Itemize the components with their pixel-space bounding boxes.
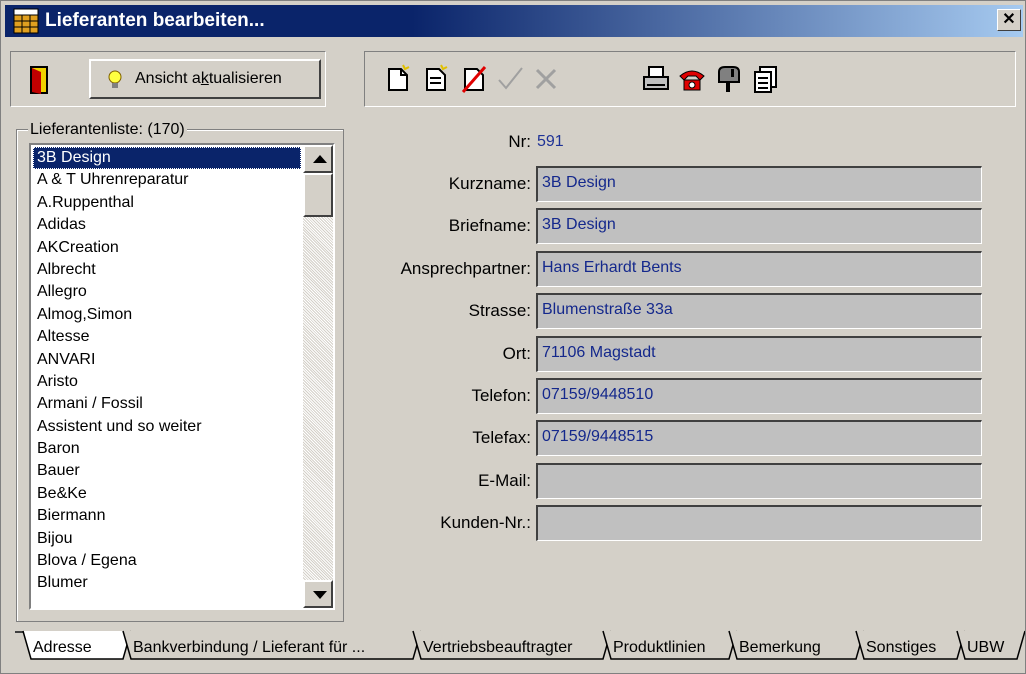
supplier-window: Lieferanten bearbeiten... ✕ Ansicht aktu… (0, 0, 1026, 674)
tab-2[interactable]: Vertriebsbeauftragter (423, 639, 573, 656)
lightbulb-icon (108, 70, 122, 88)
toolbar-left: Ansicht aktualisieren (10, 51, 326, 107)
scroll-thumb[interactable] (303, 173, 333, 217)
field-input[interactable]: Blumenstraße 33a (536, 293, 982, 330)
list-item[interactable]: A.Ruppenthal (33, 192, 301, 214)
field-label: Telefon: (471, 386, 531, 405)
refresh-label-accel: k (200, 70, 209, 87)
field-label: Kurzname: (448, 174, 531, 193)
list-item[interactable]: Baron (33, 438, 301, 460)
list-item[interactable]: Altesse (33, 326, 301, 348)
print-icon[interactable] (641, 64, 671, 94)
list-item[interactable]: Bijou (33, 528, 301, 550)
supplier-list-items: 3B Design A & T Uhrenreparatur A.Ruppentha… (33, 147, 301, 595)
title-bar[interactable]: Lieferanten bearbeiten... ✕ (5, 5, 1023, 37)
field-label: E-Mail: (478, 470, 531, 490)
list-item[interactable]: Be&Ke (33, 483, 301, 505)
supplier-listbox[interactable]: 3B Design A & T Uhrenreparatur A.Ruppentha… (29, 143, 335, 610)
exit-door-icon[interactable] (28, 65, 50, 95)
list-item[interactable]: Blumer (33, 572, 301, 594)
tab-strip: Adresse Bankverbindung / Lieferant für ..… (22, 630, 1025, 660)
tab-3[interactable]: Produktlinien (613, 639, 706, 656)
field-input[interactable]: Hans Erhardt Bents (536, 250, 982, 287)
list-item[interactable]: A & T Uhrenreparatur (33, 169, 301, 191)
list-scrollbar[interactable] (303, 145, 333, 608)
app-table-icon (13, 8, 39, 34)
field-label: Strasse: (468, 301, 531, 321)
arrow-down-icon (313, 591, 327, 599)
supplier-list-caption: Lieferantenliste: (170) (28, 121, 187, 139)
list-item[interactable]: Aristo (33, 371, 301, 393)
field-label: Kunden-Nr.: (440, 513, 531, 533)
list-item[interactable]: ANVARI (33, 349, 301, 371)
field-label: Ort: (502, 343, 531, 363)
field-label: Telefax: (472, 428, 531, 448)
field-label: Briefname: (448, 216, 531, 236)
field-input[interactable]: 3B Design (536, 166, 982, 202)
close-button[interactable]: ✕ (997, 9, 1021, 31)
field-input[interactable] (536, 462, 982, 499)
list-item[interactable]: Bauer (33, 460, 301, 482)
scroll-down-button[interactable] (303, 580, 333, 608)
list-item[interactable]: Albrecht (33, 259, 301, 281)
field-input[interactable] (536, 505, 982, 542)
tab-4[interactable]: Bemerkung (739, 639, 821, 656)
refresh-view-button[interactable]: Ansicht aktualisieren (89, 59, 321, 99)
field-input[interactable]: 07159/9448510 (536, 378, 982, 414)
list-item[interactable]: AKCreation (33, 237, 301, 259)
refresh-label-pre: Ansicht a (135, 70, 201, 87)
window-title: Lieferanten bearbeiten... (45, 10, 265, 31)
field-input[interactable]: 3B Design (536, 208, 982, 245)
delete-icon[interactable] (459, 64, 489, 94)
scroll-up-button[interactable] (303, 145, 333, 173)
field-label: Ansprechpartner: (400, 258, 531, 278)
tab-1[interactable]: Bankverbindung / Lieferant für ... (133, 639, 365, 656)
cancel-x-icon[interactable] (531, 64, 561, 94)
confirm-check-icon[interactable] (495, 64, 525, 94)
list-item[interactable]: Assistent und so weiter (33, 416, 301, 438)
tab-5[interactable]: Sonstiges (866, 639, 936, 656)
phone-icon[interactable] (677, 64, 707, 94)
nr-label: Nr: (508, 132, 531, 151)
new-document-icon[interactable] (383, 64, 413, 94)
field-input[interactable]: 71106 Magstadt (536, 335, 982, 372)
list-item[interactable]: Armani / Fossil (33, 393, 301, 415)
nr-value: 591 (537, 133, 564, 150)
arrow-up-icon (313, 155, 327, 163)
report-icon[interactable] (751, 64, 781, 94)
list-item[interactable]: Adidas (33, 214, 301, 236)
mailbox-icon[interactable] (713, 64, 743, 94)
list-item[interactable]: Almog,Simon (33, 304, 301, 326)
toolbar-right (364, 51, 1016, 107)
refresh-label-post: tualisieren (208, 70, 282, 87)
list-item[interactable]: Blova / Egena (33, 550, 301, 572)
list-item[interactable]: 3B Design (33, 147, 301, 170)
field-input[interactable]: 07159/9448515 (536, 420, 982, 457)
list-item[interactable]: Allegro (33, 281, 301, 303)
list-item[interactable]: Biermann (33, 505, 301, 527)
tab-0[interactable]: Adresse (33, 639, 92, 656)
copy-document-icon[interactable] (421, 64, 451, 94)
tab-6[interactable]: UBW (967, 639, 1005, 656)
